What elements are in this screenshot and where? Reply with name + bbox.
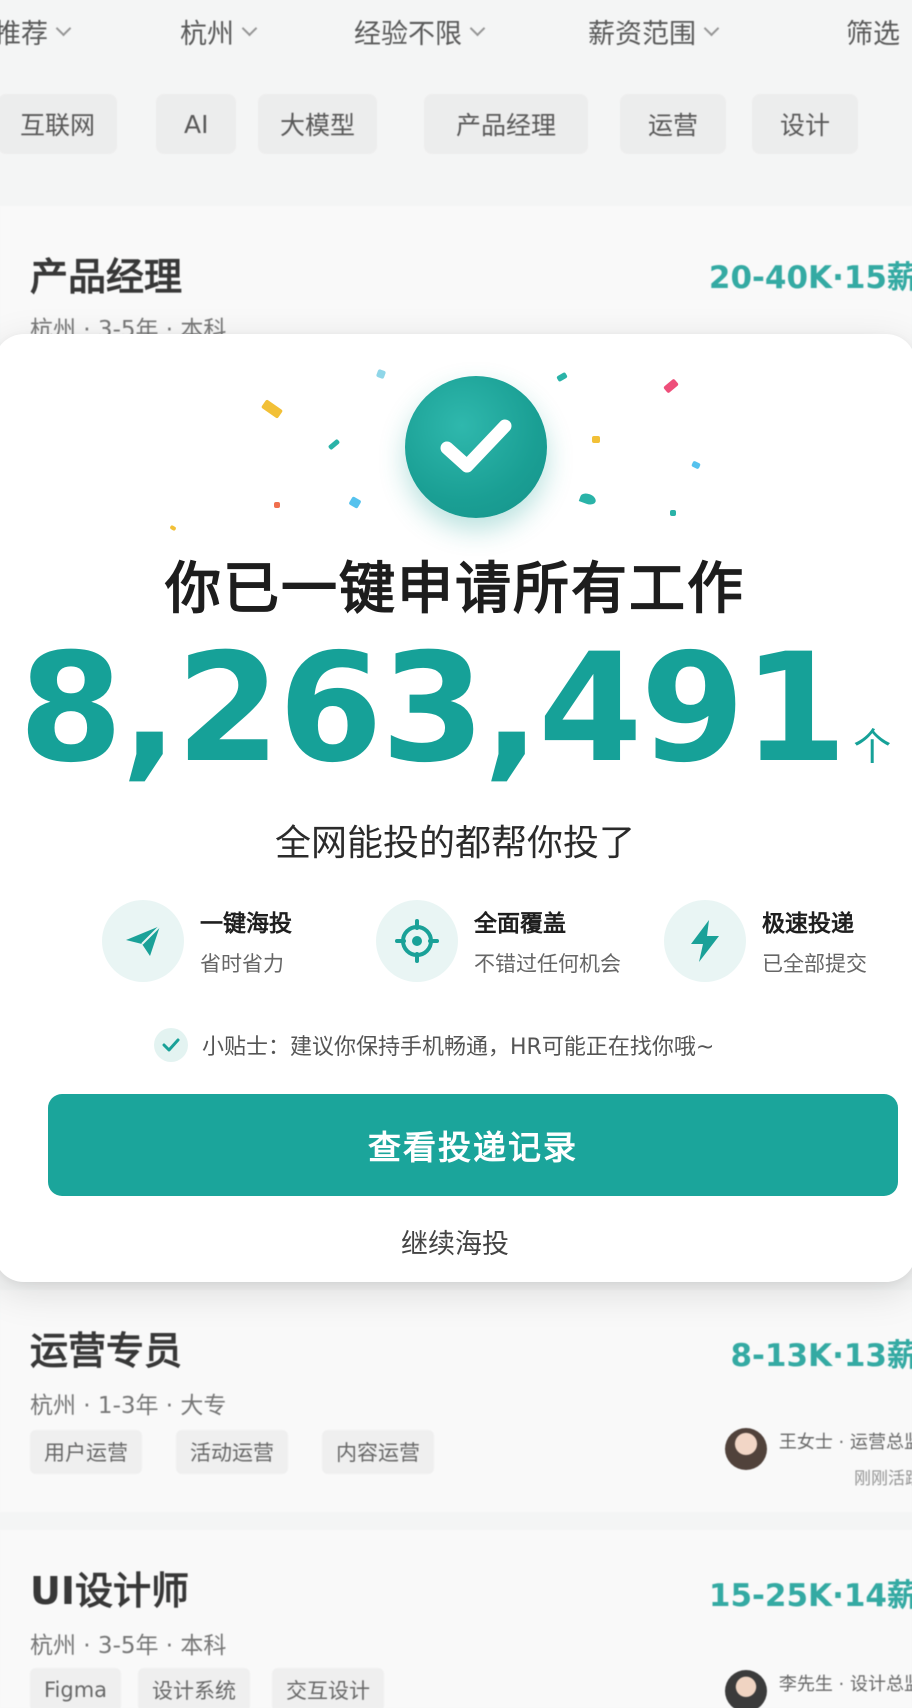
avatar [724, 1670, 767, 1708]
category-chips: 互联网 AI 大模型 产品经理 运营 设计 [0, 94, 912, 156]
recruiter-name: 李先生 · 设计总监 [778, 1674, 912, 1695]
check-icon [154, 1028, 188, 1062]
filter-label: 薪资范围 [588, 19, 696, 50]
job-title: UI设计师 [30, 1569, 189, 1613]
apply-count-unit: 个 [853, 725, 892, 769]
filter-experience[interactable]: 经验不限 [354, 12, 486, 51]
chevron-down-icon [469, 20, 486, 37]
job-card[interactable]: 运营专员 8-13K·13薪 杭州 · 1-3年 · 大专 用户运营 活动运营 … [0, 1290, 912, 1512]
tip-text: 小贴士：建议你保持手机畅通，HR可能正在找你哦~ [202, 1035, 715, 1060]
recruiter-info: 李先生 · 设计总监 [724, 1670, 912, 1708]
recruiter-name: 王女士 · 运营总监 [778, 1432, 912, 1453]
chip-llm[interactable]: 大模型 [258, 94, 378, 154]
filter-salary[interactable]: 薪资范围 [588, 12, 720, 51]
chip-operation[interactable]: 运营 [620, 94, 727, 154]
chevron-down-icon [241, 20, 258, 37]
modal-subline: 全网能投的都帮你投了 [274, 823, 635, 864]
job-app-screen: 推荐 杭州 经验不限 薪资范围 筛选 互联网 AI 大模型 产品经理 运营 设计… [0, 0, 912, 1708]
feature-subtitle: 不错过任何机会 [474, 952, 621, 976]
feature-subtitle: 省时省力 [200, 952, 284, 976]
job-meta: 杭州 · 3-5年 · 本科 [30, 1633, 227, 1659]
confetti [556, 371, 568, 383]
job-salary: 20-40K·15薪 [708, 260, 912, 296]
filter-more[interactable]: 筛选 [846, 12, 900, 51]
job-meta: 杭州 · 1-3年 · 大专 [30, 1393, 227, 1419]
feature-one-click: 一键海投 省时省力 [102, 900, 292, 982]
chip-design[interactable]: 设计 [752, 94, 859, 154]
job-tag: 设计系统 [138, 1668, 250, 1708]
confetti [691, 460, 701, 470]
job-tag: Figma [30, 1668, 122, 1708]
apply-success-modal: 你已一键申请所有工作 8,263,491 个 全网能投的都帮你投了 一键海投 省时… [0, 334, 912, 1282]
confetti [169, 524, 177, 532]
job-tag: 用户运营 [30, 1430, 142, 1474]
apply-count-number: 8,263,491 [18, 622, 848, 796]
recruiter-info: 王女士 · 运营总监 刚刚活跃 [724, 1428, 912, 1489]
feature-subtitle: 已全部提交 [762, 952, 867, 976]
job-salary: 15-25K·14薪 [708, 1578, 912, 1614]
filter-label: 杭州 [180, 19, 234, 50]
success-check-icon [405, 376, 547, 518]
job-salary: 8-13K·13薪 [730, 1338, 912, 1374]
job-card[interactable]: UI设计师 15-25K·14薪 杭州 · 3-5年 · 本科 Figma 设计… [0, 1530, 912, 1708]
confetti [375, 368, 387, 380]
confetti [592, 436, 600, 443]
chip-internet[interactable]: 互联网 [0, 94, 118, 154]
feature-title: 一键海投 [200, 911, 292, 937]
avatar [724, 1428, 767, 1470]
filter-label: 经验不限 [354, 19, 462, 50]
feature-title: 全面覆盖 [474, 911, 566, 937]
filter-recommend[interactable]: 推荐 [0, 12, 72, 51]
confetti [260, 399, 284, 419]
confetti [327, 438, 341, 451]
job-tag: 交互设计 [272, 1668, 384, 1708]
apply-count: 8,263,491 个 [0, 634, 912, 784]
job-title: 运营专员 [30, 1329, 183, 1373]
confetti [663, 378, 679, 394]
feature-fast-delivery: 极速投递 已全部提交 [664, 900, 867, 982]
job-title: 产品经理 [30, 255, 183, 299]
chip-pm[interactable]: 产品经理 [424, 94, 589, 154]
recruiter-status: 刚刚活跃 [854, 1469, 912, 1489]
lightning-icon [664, 900, 746, 982]
continue-applying-link[interactable]: 继续海投 [0, 1222, 912, 1261]
paper-plane-icon [102, 900, 184, 982]
view-applications-button[interactable]: 查看投递记录 [48, 1094, 898, 1196]
job-tag: 活动运营 [176, 1430, 288, 1474]
chevron-down-icon [55, 20, 72, 37]
modal-headline: 你已一键申请所有工作 [165, 557, 745, 622]
confetti [578, 491, 598, 507]
feature-title: 极速投递 [762, 911, 854, 937]
filter-label: 筛选 [846, 19, 900, 50]
chevron-down-icon [703, 20, 720, 37]
filter-bar: 推荐 杭州 经验不限 薪资范围 筛选 [0, 0, 912, 72]
filter-label: 推荐 [0, 19, 48, 50]
chip-ai[interactable]: AI [156, 94, 237, 154]
confetti [348, 496, 362, 509]
target-icon [376, 900, 458, 982]
job-tag: 内容运营 [322, 1430, 434, 1474]
confetti [670, 510, 676, 516]
tip-row: 小贴士：建议你保持手机畅通，HR可能正在找你哦~ [154, 1028, 714, 1062]
confetti [274, 502, 280, 508]
filter-city[interactable]: 杭州 [180, 12, 258, 51]
feature-coverage: 全面覆盖 不错过任何机会 [376, 900, 621, 982]
